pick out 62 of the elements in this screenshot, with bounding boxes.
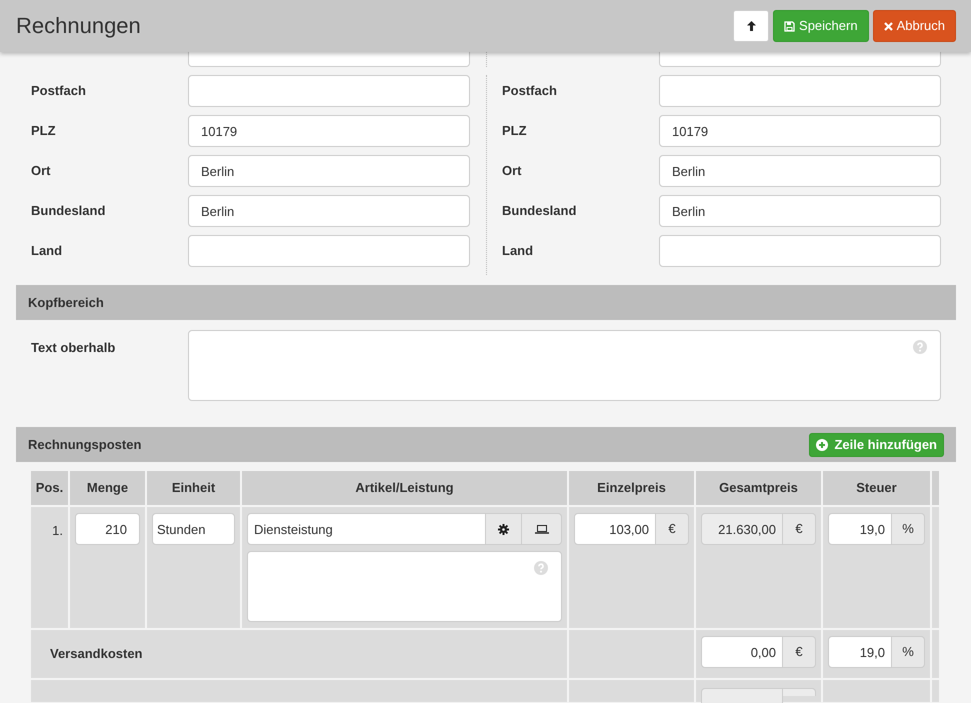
laptop-icon bbox=[534, 524, 548, 534]
section-title: Rechnungsposten bbox=[28, 436, 142, 454]
text-field[interactable]: Berlin bbox=[188, 195, 470, 227]
page-title: Rechnungen bbox=[16, 12, 142, 40]
number-field[interactable]: 0,00 bbox=[701, 636, 783, 668]
description-field[interactable] bbox=[247, 551, 562, 622]
column-header: Steuer bbox=[822, 471, 931, 506]
help-icon bbox=[913, 340, 927, 354]
number-field: 21.630,00 bbox=[701, 513, 783, 545]
section-header: Kopfbereich bbox=[16, 285, 956, 320]
column-header: Menge bbox=[69, 471, 146, 506]
plus-circle-icon bbox=[816, 438, 828, 450]
text-field[interactable]: Berlin bbox=[188, 155, 470, 187]
field-label: Ort bbox=[502, 162, 522, 180]
text-field[interactable]: Berlin bbox=[659, 155, 941, 187]
field-label: Land bbox=[31, 242, 64, 260]
address-textarea[interactable] bbox=[188, 52, 470, 67]
number-field[interactable]: 19,0 bbox=[828, 513, 892, 545]
unit-addon: % bbox=[892, 513, 925, 545]
unit-addon bbox=[783, 688, 816, 696]
text-field[interactable]: Berlin bbox=[659, 195, 941, 227]
address-textarea[interactable] bbox=[659, 52, 941, 67]
field-label: PLZ bbox=[502, 122, 528, 140]
field-label: PLZ bbox=[31, 122, 57, 140]
column-header: Gesamtpreis bbox=[695, 471, 822, 506]
text-field[interactable] bbox=[659, 235, 941, 267]
scroll-up-button[interactable] bbox=[733, 10, 770, 42]
field-label: Postfach bbox=[502, 82, 558, 100]
text-field[interactable]: 10179 bbox=[188, 115, 470, 147]
settings-button[interactable] bbox=[486, 513, 522, 545]
text-field[interactable]: 10179 bbox=[659, 115, 941, 147]
field-label: Bundesland bbox=[31, 202, 106, 220]
column-header: Pos. bbox=[31, 471, 69, 506]
arrow-up-icon bbox=[746, 20, 757, 32]
number-field[interactable]: 19,0 bbox=[828, 636, 892, 668]
cancel-button[interactable]: Abbruch bbox=[872, 10, 956, 42]
settings-icon bbox=[498, 524, 509, 534]
unit-addon: € bbox=[783, 636, 816, 668]
unit-field[interactable]: Stunden bbox=[152, 513, 235, 545]
column-header: Einzelpreis bbox=[568, 471, 695, 506]
shipping-label: Versandkosten bbox=[50, 646, 142, 662]
field-label: Postfach bbox=[31, 82, 87, 100]
column-header: Einheit bbox=[146, 471, 241, 506]
article-field[interactable]: Diensteistung bbox=[247, 513, 486, 545]
text-field[interactable] bbox=[188, 235, 470, 267]
field-label: Ort bbox=[31, 162, 52, 180]
text-field[interactable] bbox=[659, 75, 941, 107]
help-icon bbox=[534, 561, 548, 575]
unit-addon: % bbox=[892, 636, 925, 668]
unit-addon: € bbox=[656, 513, 689, 545]
position-number: 1. bbox=[51, 522, 63, 540]
text-field[interactable] bbox=[188, 75, 470, 107]
field-label: Bundesland bbox=[502, 202, 578, 220]
column-header: Artikel/Leistung bbox=[241, 471, 568, 506]
field-label: Text oberhalb bbox=[31, 339, 116, 357]
close-icon bbox=[884, 22, 893, 30]
number-field[interactable]: 103,00 bbox=[574, 513, 656, 545]
text-area[interactable] bbox=[188, 330, 941, 401]
field-label: Land bbox=[502, 242, 534, 260]
laptop-button[interactable] bbox=[522, 513, 562, 545]
unit-addon: € bbox=[783, 513, 816, 545]
quantity-field[interactable]: 210 bbox=[75, 513, 140, 545]
